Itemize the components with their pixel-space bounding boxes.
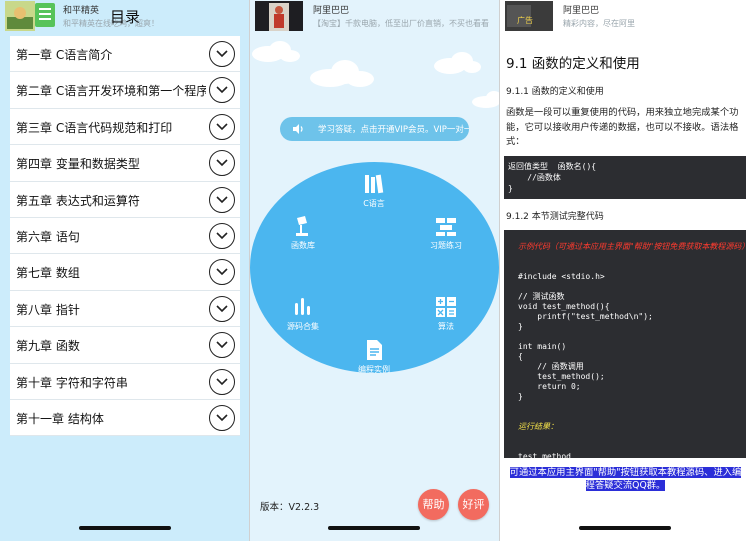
syntax-code-block: 返回值类型 函数名(){ //函数体 } — [504, 156, 746, 199]
home-screen: 阿里巴巴 【淘宝】千款电脑，低至出厂价直销，不买也看看 学习答疑，点击开通VIP… — [250, 0, 499, 541]
menu-label: 编程实例 — [358, 365, 390, 374]
vip-notice-banner[interactable]: 学习答疑，点击开通VIP会员。VIP一对一答疑 — [280, 117, 469, 141]
speaker-icon — [293, 124, 303, 134]
chevron-down-icon[interactable] — [209, 77, 235, 104]
ad-thumbnail: 广告 — [505, 1, 553, 31]
chevron-down-icon[interactable] — [209, 295, 235, 322]
chapter-item[interactable]: 第十章 字符和字符串 — [10, 363, 240, 400]
source-code-hint[interactable]: 可通过本应用主界面"帮助"按钮获取本教程源码、进入编程答疑交流QQ群。 — [507, 466, 744, 492]
subsection-heading: 9.1.1 函数的定义和使用 — [506, 87, 604, 97]
version-text: 版本：V2.2.3 — [260, 502, 320, 513]
ad-title: 阿里巴巴 — [563, 6, 600, 16]
svg-text:广告: 广告 — [517, 15, 533, 25]
menu-label: 算法 — [438, 322, 454, 331]
chevron-down-icon[interactable] — [209, 404, 235, 431]
help-button[interactable]: 帮助 — [418, 489, 449, 520]
chapter-list: 第一章 C语言简介 第二章 C语言开发环境和第一个程序 第三章 C语言代码规范和… — [10, 36, 240, 437]
chapter-item[interactable]: 第一章 C语言简介 — [10, 36, 240, 73]
subsection-heading: 9.1.2 本节测试完整代码 — [506, 212, 604, 222]
equalizer-icon — [295, 298, 310, 315]
notice-text: 学习答疑，点击开通VIP会员。VIP一对一答疑 — [318, 125, 469, 135]
menu-label: C语言 — [363, 199, 385, 208]
ad-title: 和平精英 — [63, 6, 100, 16]
home-indicator[interactable] — [328, 526, 420, 530]
main-menu-circle: C语言 函数库 习题练习 源码合集 算法 编程实例 — [250, 162, 499, 375]
example-code-block: 示例代码（可通过本应用主界面"帮助"按钮免费获取本教程源码） #include … — [504, 230, 746, 458]
ad-subtitle: 精彩内容，尽在阿里 — [563, 19, 635, 28]
chapter-label: 第八章 指针 — [16, 302, 80, 317]
chapter-label: 第四章 变量和数据类型 — [16, 157, 140, 172]
books-icon — [365, 174, 384, 194]
ad-thumbnail — [255, 1, 303, 31]
chapter-item[interactable]: 第七章 数组 — [10, 254, 240, 291]
menu-exercises[interactable]: 习题练习 — [416, 214, 476, 251]
chapter-label: 第六章 语句 — [16, 229, 80, 244]
calculator-icon — [436, 297, 456, 317]
ad-title: 阿里巴巴 — [313, 6, 350, 16]
chapter-item[interactable]: 第四章 变量和数据类型 — [10, 145, 240, 182]
document-icon — [367, 340, 382, 360]
ad-subtitle: 【淘宝】千款电脑，低至出厂价直销，不买也看看 — [313, 19, 489, 28]
chapter-label: 第十章 字符和字符串 — [16, 375, 128, 390]
rate-button[interactable]: 好评 — [458, 489, 489, 520]
chevron-down-icon[interactable] — [209, 368, 235, 395]
chapter-label: 第五章 表达式和运算符 — [16, 193, 140, 208]
ad-thumbnail — [5, 1, 35, 31]
chapter-item[interactable]: 第六章 语句 — [10, 217, 240, 255]
chapter-item[interactable]: 第五章 表达式和运算符 — [10, 181, 240, 218]
chevron-down-icon[interactable] — [209, 150, 235, 177]
menu-source-code[interactable]: 源码合集 — [273, 295, 333, 332]
ad-banner[interactable]: 广告 阿里巴巴 精彩内容，尽在阿里 — [500, 0, 750, 32]
chapter-item[interactable]: 第二章 C语言开发环境和第一个程序 — [10, 72, 240, 109]
chapter-label: 第二章 C语言开发环境和第一个程序 — [16, 84, 206, 99]
menu-algorithm[interactable]: 算法 — [416, 295, 476, 332]
section-heading: 9.1 函数的定义和使用 — [506, 56, 640, 72]
page-title: 目录 — [110, 8, 141, 26]
chapter-item[interactable]: 第九章 函数 — [10, 327, 240, 364]
ad-banner[interactable]: 阿里巴巴 【淘宝】千款电脑，低至出厂价直销，不买也看看 — [250, 0, 499, 32]
chapter-item[interactable]: 第三章 C语言代码规范和打印 — [10, 108, 240, 146]
chevron-down-icon[interactable] — [209, 186, 235, 213]
bricks-icon — [436, 218, 456, 236]
clouds-decoration — [252, 41, 499, 108]
menu-label: 函数库 — [291, 241, 315, 250]
run-output: test_method — [518, 452, 571, 458]
home-indicator[interactable] — [79, 526, 171, 530]
chapter-label: 第九章 函数 — [16, 339, 80, 354]
chapter-item[interactable]: 第八章 指针 — [10, 290, 240, 328]
chapter-label: 第十一章 结构体 — [16, 411, 104, 426]
code-note: 示例代码（可通过本应用主界面"帮助"按钮免费获取本教程源码） — [518, 242, 746, 251]
paragraph: 函数是一段可以重复使用的代码，用来独立地完成某个功能，它可以接收用户传递的数据，… — [506, 107, 739, 147]
chevron-down-icon[interactable] — [209, 222, 235, 249]
menu-label: 习题练习 — [430, 241, 462, 250]
code-text: #include <stdio.h> // 测试函数 void test_met… — [518, 272, 653, 401]
menu-examples[interactable]: 编程实例 — [344, 338, 404, 375]
run-result-label: 运行结果： — [518, 422, 558, 431]
menu-c-language[interactable]: C语言 — [344, 172, 404, 209]
chevron-down-icon[interactable] — [209, 259, 235, 286]
app-logo-icon — [35, 3, 55, 27]
chevron-down-icon[interactable] — [209, 113, 235, 140]
contents-screen: 和平精英 和平精英在线吃鸡，超爽！ 目录 第一章 C语言简介 第二章 C语言开发… — [0, 0, 249, 541]
chapter-label: 第七章 数组 — [16, 266, 80, 281]
home-indicator[interactable] — [579, 526, 671, 530]
hint-text: 可通过本应用主界面"帮助"按钮获取本教程源码、进入编程答疑交流QQ群。 — [509, 467, 742, 491]
menu-label: 源码合集 — [287, 322, 319, 331]
chapter-label: 第三章 C语言代码规范和打印 — [16, 120, 173, 135]
chapter-item[interactable]: 第十一章 结构体 — [10, 399, 240, 437]
lamp-icon — [296, 216, 308, 236]
chevron-down-icon[interactable] — [209, 332, 235, 359]
menu-function-library[interactable]: 函数库 — [273, 214, 333, 251]
chapter-label: 第一章 C语言简介 — [16, 48, 113, 62]
lesson-screen: 广告 阿里巴巴 精彩内容，尽在阿里 9.1 函数的定义和使用 9.1.1 函数的… — [500, 0, 750, 541]
chevron-down-icon[interactable] — [209, 41, 235, 67]
